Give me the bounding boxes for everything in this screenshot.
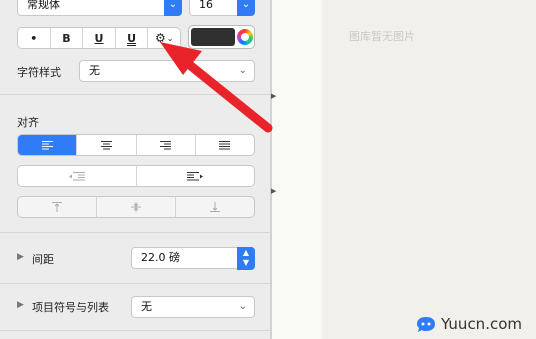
annotation-arrow [160, 42, 273, 133]
yuucn-logo-icon [415, 315, 437, 333]
watermark-text: Yuucn.com [440, 315, 522, 333]
watermark: Yuucn.com [415, 315, 522, 333]
